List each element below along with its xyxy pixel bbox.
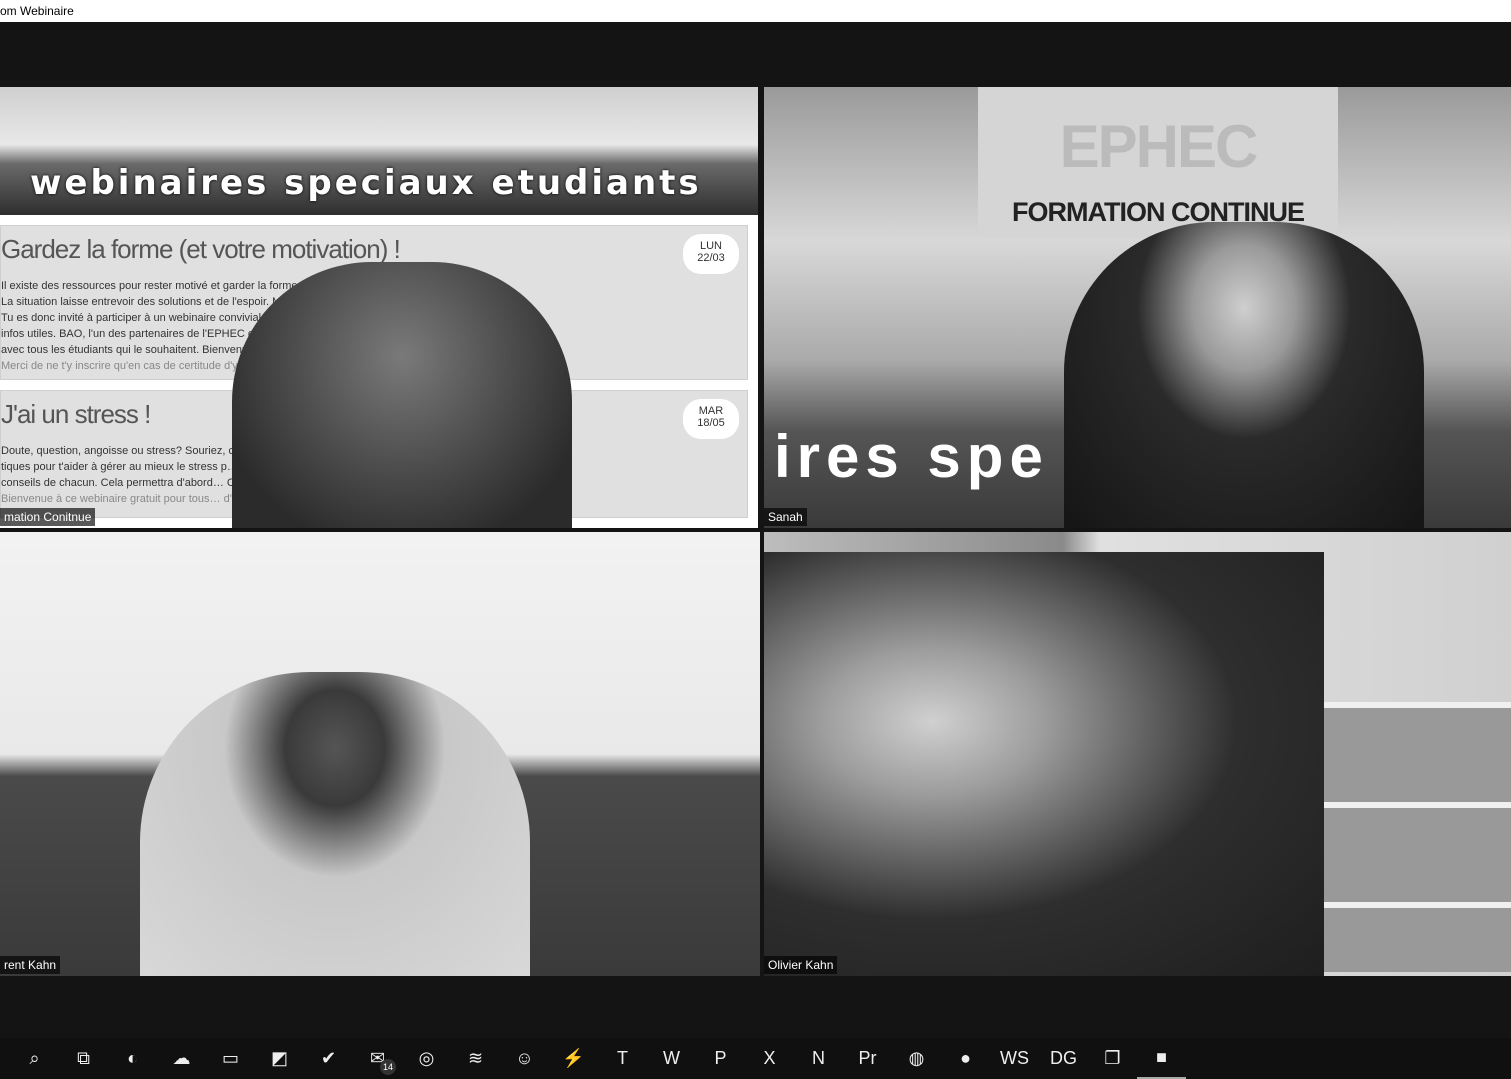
premiere-icon[interactable]: Pr [843, 1038, 892, 1079]
chrome-icon[interactable]: ◎ [402, 1038, 451, 1079]
video-tile-2[interactable]: EPHEC FORMATION CONTINUE ires spe etu Sa… [764, 87, 1511, 528]
task-view-icon[interactable]: ⧉ [59, 1038, 108, 1079]
cloud-icon[interactable]: ☁ [157, 1038, 206, 1079]
notion-icon[interactable]: N [794, 1038, 843, 1079]
window-title: om Webinaire [0, 4, 74, 18]
badge-day: MAR [698, 405, 724, 417]
datagrip-icon-glyph: DG [1050, 1048, 1077, 1068]
windows-icon[interactable]: ❐ [1088, 1038, 1137, 1079]
search-icon-glyph: ⌕ [29, 1048, 40, 1068]
premiere-icon-glyph: Pr [858, 1048, 877, 1068]
video-tile-1[interactable]: webinaires speciaux etudiants Gardez la … [0, 87, 758, 528]
video-tile-4[interactable]: Olivier Kahn [764, 532, 1511, 976]
notion-icon-glyph: N [812, 1048, 825, 1068]
teams-icon[interactable]: T [598, 1038, 647, 1079]
folder-icon-glyph: ▭ [221, 1048, 239, 1068]
messenger-icon[interactable]: ⚡ [549, 1038, 598, 1079]
windows-icon-glyph: ❐ [1104, 1048, 1121, 1068]
badge-date: 18/05 [697, 417, 725, 429]
title-bar: om Webinaire [0, 0, 1511, 22]
safari-icon[interactable]: ◍ [892, 1038, 941, 1079]
webstorm-icon[interactable]: WS [990, 1038, 1039, 1079]
sticky-notes-icon-glyph: ◩ [270, 1048, 288, 1068]
excel-icon[interactable]: X [745, 1038, 794, 1079]
check-icon[interactable]: ✔ [304, 1038, 353, 1079]
word-icon[interactable]: W [647, 1038, 696, 1079]
webstorm-icon-glyph: WS [1000, 1048, 1029, 1068]
app-icon[interactable]: ◐ [108, 1038, 157, 1079]
event-title: J'ai un stress ! [1, 399, 151, 429]
powerpoint-icon[interactable]: P [696, 1038, 745, 1079]
date-badge: MAR 18/05 [683, 399, 739, 439]
excel-icon-glyph: X [763, 1048, 776, 1068]
folder-icon[interactable]: ▭ [206, 1038, 255, 1079]
spotify-icon-glyph: ≋ [467, 1048, 484, 1068]
search-icon[interactable]: ⌕ [10, 1038, 59, 1079]
check-icon-glyph: ✔ [320, 1048, 337, 1068]
notification-count-badge: 14 [380, 1059, 396, 1075]
slide-banner: webinaires speciaux etudiants [30, 163, 702, 203]
datagrip-icon[interactable]: DG [1039, 1038, 1088, 1079]
sticky-notes-icon[interactable]: ◩ [255, 1038, 304, 1079]
participant-video [232, 262, 572, 528]
participant-name-tag: Sanah [764, 508, 807, 526]
taskbar: ⌕ ⧉ ◐ ☁ ▭ ◩ ✔ ✉ 14 ◎ ≋ ☺ ⚡ T W P X N Pr ◍ ● WS DG ❐ ■ [0, 1038, 1511, 1079]
participant-video [1064, 222, 1424, 528]
zoom-icon[interactable]: ■ [1137, 1038, 1186, 1079]
spotify-icon[interactable]: ≋ [451, 1038, 500, 1079]
participant-name-tag: Olivier Kahn [764, 956, 838, 974]
chrome-icon-glyph: ◎ [418, 1048, 435, 1068]
task-view-icon-glyph: ⧉ [77, 1048, 90, 1068]
logo-text: EPHEC [1059, 113, 1259, 180]
badge-date: 22/03 [697, 252, 725, 264]
powerpoint-icon-glyph: P [714, 1048, 727, 1068]
app-icon-glyph: ◐ [127, 1048, 138, 1068]
date-badge: LUN 22/03 [683, 234, 739, 274]
mail-icon[interactable]: ✉ 14 [353, 1038, 402, 1079]
teams-icon-glyph: T [617, 1048, 628, 1068]
badge-day: LUN [699, 240, 722, 252]
safari-icon-glyph: ◍ [908, 1048, 925, 1068]
zoom-icon-glyph: ■ [1156, 1047, 1167, 1067]
cloud-icon-glyph: ☁ [172, 1048, 191, 1068]
participant-name-tag: rent Kahn [0, 956, 61, 974]
github-icon[interactable]: ● [941, 1038, 990, 1079]
participant-video [764, 552, 1324, 976]
video-grid: webinaires speciaux etudiants Gardez la … [0, 22, 1511, 1038]
discord-icon[interactable]: ☺ [500, 1038, 549, 1079]
word-icon-glyph: W [663, 1048, 680, 1068]
github-icon-glyph: ● [960, 1048, 971, 1068]
video-tile-3[interactable]: rent Kahn [0, 532, 760, 976]
discord-icon-glyph: ☺ [515, 1048, 534, 1068]
participant-video [140, 672, 530, 976]
ephec-logo: EPHEC FORMATION CONTINUE [978, 87, 1338, 237]
event-title: Gardez la forme (et votre motivation) ! [1, 234, 401, 264]
participant-name-tag: mation Conitnue [0, 508, 96, 526]
messenger-icon-glyph: ⚡ [562, 1048, 585, 1068]
